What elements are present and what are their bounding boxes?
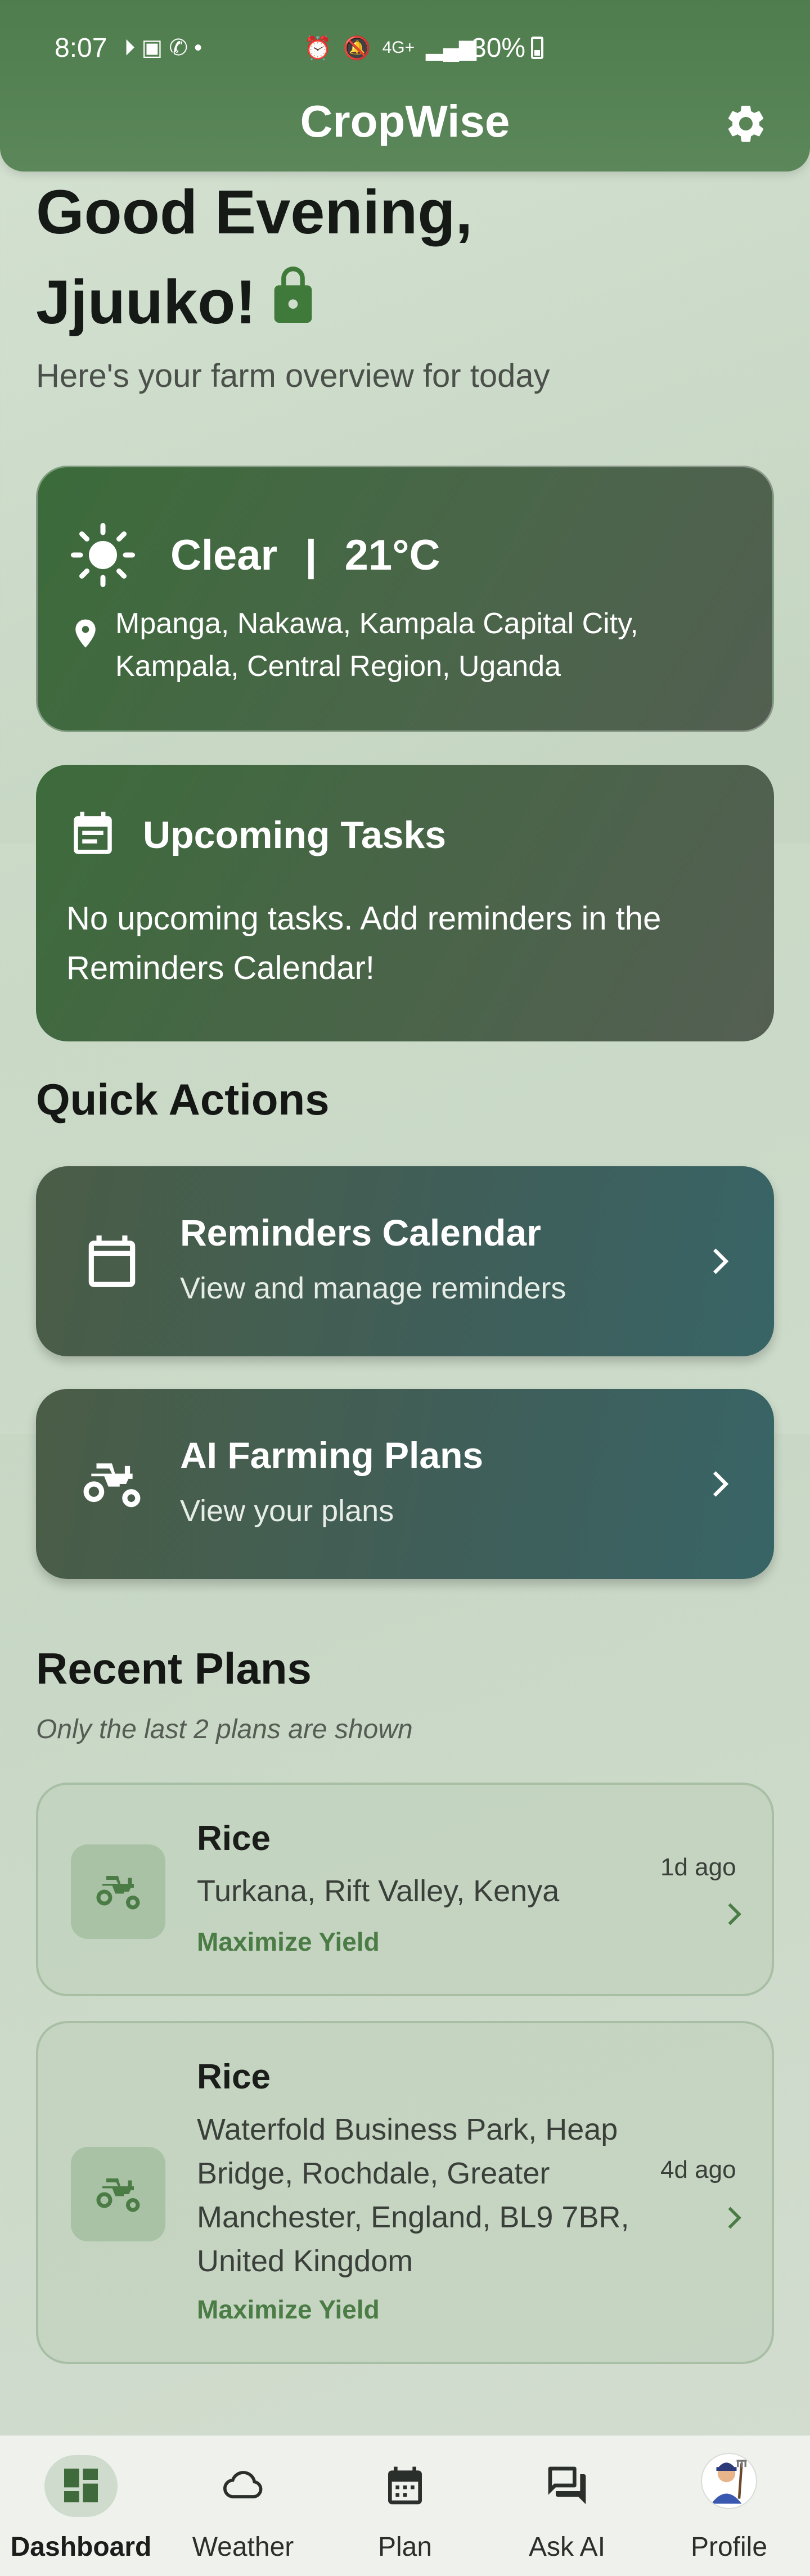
lock-icon (265, 258, 321, 355)
plan-card[interactable]: Rice Turkana, Rift Valley, Kenya Maximiz… (36, 1783, 774, 1996)
bottom-navigation: Dashboard Weather Plan Ask AI Profile (0, 2435, 810, 2576)
tasks-message: No upcoming tasks. Add reminders in the … (66, 900, 662, 986)
signal-icon: ▂▄▆ (426, 35, 477, 60)
action-subtitle: View your plans (180, 1494, 394, 1528)
chevron-right-icon (700, 1464, 739, 1506)
tasks-header: Upcoming Tasks (68, 810, 446, 860)
battery-text: 30% (471, 33, 526, 63)
recent-plans-title: Recent Plans (36, 1644, 312, 1693)
status-time: 8:07 ⏵ ▣ ✆ • (55, 28, 202, 67)
app-bar: 8:07 ⏵ ▣ ✆ • ⏰ 🔕 4G+ ▂▄▆ 30% CropWise (0, 0, 810, 172)
plan-icon-box (71, 1844, 165, 1939)
greeting-heading: Good Evening, Jjuuko! (36, 168, 472, 355)
calendar-icon (324, 2463, 486, 2508)
plan-location: Turkana, Rift Valley, Kenya (197, 1874, 560, 1908)
chevron-right-icon (717, 1897, 750, 1934)
tractor-icon (81, 1453, 143, 1518)
plan-time: 4d ago (660, 2156, 736, 2183)
status-battery: 30% (471, 28, 544, 67)
plan-goal: Maximize Yield (197, 1927, 380, 1956)
plan-crop: Rice (197, 2058, 271, 2096)
mute-icon: 🔕 (343, 35, 371, 61)
calendar-icon (81, 1230, 143, 1295)
plan-crop: Rice (197, 1819, 271, 1858)
plan-icon-box (71, 2147, 165, 2241)
event-note-icon (74, 811, 112, 854)
user-name: Jjuuko! (36, 268, 256, 337)
weather-temperature: 21°C (344, 531, 440, 579)
nav-label: Weather (192, 2532, 294, 2562)
nav-label: Dashboard (10, 2532, 152, 2562)
weather-condition: Clear (170, 531, 278, 579)
avatar (648, 2453, 810, 2509)
weather-location-row: Mpanga, Nakawa, Kampala Capital City, Ka… (71, 602, 723, 688)
nav-dashboard[interactable]: Dashboard (0, 2436, 162, 2576)
recent-plans-hint: Only the last 2 plans are shown (36, 1715, 413, 1744)
upcoming-tasks-card[interactable]: Upcoming Tasks No upcoming tasks. Add re… (36, 765, 774, 1041)
chat-icon (486, 2463, 648, 2508)
cloud-icon (162, 2463, 324, 2508)
nav-label: Ask AI (528, 2532, 606, 2562)
nav-ask-ai[interactable]: Ask AI (486, 2436, 648, 2576)
reminders-calendar-button[interactable]: Reminders Calendar View and manage remin… (36, 1166, 774, 1356)
greeting-line-1: Good Evening, (36, 178, 473, 247)
status-notification-icons: ⏵ ▣ ✆ • (124, 35, 202, 60)
gear-icon (728, 105, 764, 142)
weather-separator: | (305, 531, 317, 579)
nav-plan[interactable]: Plan (324, 2436, 486, 2576)
battery-icon (531, 37, 544, 59)
alarm-icon: ⏰ (304, 35, 332, 61)
avatar-image (701, 2453, 757, 2509)
location-pin-icon (75, 619, 96, 648)
weather-card[interactable]: Clear | 21°C Mpanga, Nakawa, Kampala Cap… (36, 466, 774, 732)
app-title: CropWise (300, 96, 510, 146)
tractor-icon (96, 1876, 140, 1910)
greeting-subtitle: Here's your farm overview for today (36, 358, 550, 394)
chevron-right-icon (700, 1242, 739, 1284)
weather-location: Mpanga, Nakawa, Kampala Capital City, Ka… (115, 607, 638, 683)
action-title: Reminders Calendar (180, 1212, 541, 1253)
weather-header: Clear | 21°C (69, 521, 440, 589)
nav-label: Profile (690, 2532, 768, 2562)
nav-profile[interactable]: Profile (648, 2436, 810, 2576)
status-system-icons: ⏰ 🔕 4G+ ▂▄▆ (304, 28, 476, 67)
plan-time: 1d ago (660, 1853, 736, 1881)
settings-button[interactable] (723, 101, 768, 146)
chevron-right-icon (717, 2201, 750, 2237)
nav-weather[interactable]: Weather (162, 2436, 324, 2576)
plan-goal: Maximize Yield (197, 2295, 380, 2324)
network-label: 4G+ (382, 38, 415, 57)
tractor-icon (96, 2178, 140, 2212)
plan-card[interactable]: Rice Waterfold Business Park, Heap Bridg… (36, 2021, 774, 2364)
sun-icon (71, 523, 135, 587)
action-title: AI Farming Plans (180, 1434, 484, 1476)
status-time-text: 8:07 (55, 33, 107, 63)
greeting-line-2: Jjuuko! (36, 258, 472, 355)
plan-location: Waterfold Business Park, Heap Bridge, Ro… (197, 2113, 629, 2278)
dashboard-icon (0, 2463, 162, 2508)
weather-summary: Clear | 21°C (170, 531, 440, 580)
tasks-title: Upcoming Tasks (143, 814, 447, 856)
action-subtitle: View and manage reminders (180, 1271, 566, 1305)
quick-actions-title: Quick Actions (36, 1075, 330, 1124)
ai-farming-plans-button[interactable]: AI Farming Plans View your plans (36, 1389, 774, 1579)
nav-label: Plan (377, 2532, 433, 2562)
